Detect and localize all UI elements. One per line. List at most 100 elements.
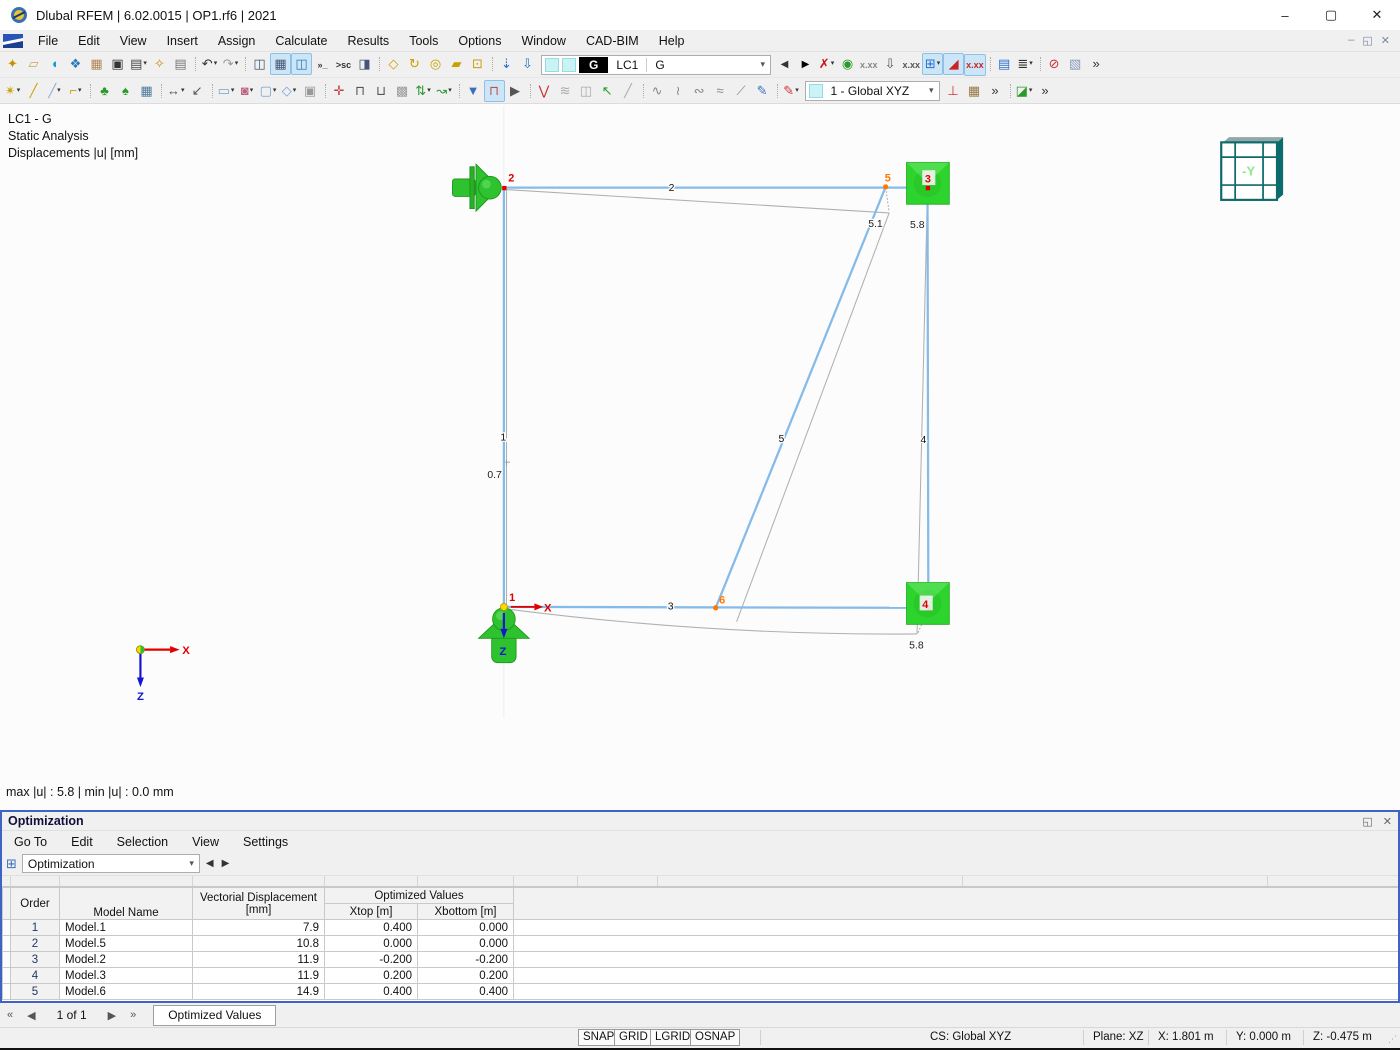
cell-vectorial-displacement[interactable]: 7.9 [192, 919, 325, 936]
new-surface-dropdown-icon[interactable]: ▾ [231, 80, 235, 102]
table-manager-icon[interactable]: ◨ [354, 53, 375, 75]
new-solid-dropdown-icon[interactable]: ▾ [293, 80, 297, 102]
load-wizard-icon[interactable]: ◙ ▾ [237, 80, 258, 102]
osnap-toggle[interactable]: OSNAP [690, 1029, 741, 1046]
console-icon[interactable]: »_ [312, 54, 333, 76]
table-row[interactable]: 4 Model.3 11.9 0.200 0.200 [2, 967, 1398, 984]
new-tree-icon[interactable]: ♣ [94, 80, 115, 102]
select-rotate-icon[interactable]: ↻ [404, 53, 425, 75]
diagram-slope-icon[interactable]: ⟋ [731, 80, 752, 102]
new-node-dropdown-icon[interactable]: ▾ [17, 80, 21, 102]
active-table-icon[interactable]: ◫ [291, 53, 312, 75]
dimension-icon[interactable]: ↔ ▾ [165, 80, 187, 102]
menu-tools[interactable]: Tools [399, 32, 448, 50]
new-member-hinge-icon[interactable]: ⊓ [350, 80, 371, 102]
result-beam-icon[interactable]: ⋁ [534, 80, 555, 102]
cell-order[interactable]: 1 [10, 919, 60, 936]
toolbar2-overflow-a-icon[interactable]: » [985, 80, 1006, 102]
menu-view[interactable]: View [110, 32, 157, 50]
cell-xtop[interactable]: 0.400 [324, 919, 418, 936]
filter-results-icon[interactable]: ✗ ▾ [816, 53, 837, 75]
menu-window[interactable]: Window [511, 32, 575, 50]
new-opening-dropdown-icon[interactable]: ▾ [273, 80, 277, 102]
undo-icon[interactable]: ↶ ▾ [199, 53, 220, 75]
menu-edit[interactable]: Edit [68, 32, 110, 50]
new-solid-cage-icon[interactable]: ▩ [392, 80, 413, 102]
calculation-dropdown-icon[interactable]: ▾ [1029, 53, 1033, 75]
color-scale-icon[interactable]: ✎ ▾ [781, 80, 802, 102]
lgrid-toggle[interactable]: LGRID [650, 1029, 696, 1046]
node-3-marker[interactable] [925, 185, 931, 191]
panel-menu-go-to[interactable]: Go To [2, 833, 59, 851]
work-plane-icon[interactable]: ▦ [964, 80, 985, 102]
menu-file[interactable]: File [28, 32, 68, 50]
script-icon[interactable]: >sc [333, 54, 354, 76]
cell-order[interactable]: 4 [10, 967, 60, 984]
cell-xbottom[interactable]: 0.000 [417, 919, 514, 936]
save-image-icon[interactable]: ▦ [86, 53, 107, 75]
table-row[interactable]: 3 Model.2 11.9 -0.200 -0.200 [2, 951, 1398, 968]
minimize-button[interactable]: – [1262, 0, 1308, 30]
menu-results[interactable]: Results [338, 32, 400, 50]
filter-results-dropdown-icon[interactable]: ▾ [831, 53, 835, 75]
new-node-icon[interactable]: ✴ ▾ [2, 80, 23, 102]
show-load-values-icon[interactable]: x.xx [901, 54, 923, 76]
color-scale-dropdown-icon[interactable]: ▾ [795, 80, 799, 102]
cs-dropdown-icon[interactable]: ▾ [924, 85, 939, 96]
new-line-support-icon[interactable]: ⊔ [371, 80, 392, 102]
column-header-xtop[interactable]: Xtop [m] [324, 903, 418, 920]
cell-vectorial-displacement[interactable]: 11.9 [192, 967, 325, 984]
cell-vectorial-displacement[interactable]: 11.9 [192, 951, 325, 968]
coordinate-system-icon[interactable]: ⊥ [943, 80, 964, 102]
save-icon[interactable]: ▣ [107, 53, 128, 75]
menu-insert[interactable]: Insert [157, 32, 208, 50]
new-building-icon[interactable]: ▦ [136, 80, 157, 102]
diagram-smooth-icon[interactable]: ∿ [647, 80, 668, 102]
table-row[interactable]: 5 Model.6 14.9 0.400 0.400 [2, 983, 1398, 1000]
panel-close-button[interactable]: ✕ [1383, 815, 1392, 828]
cell-xbottom[interactable]: 0.200 [417, 967, 514, 984]
load-case-combobox[interactable]: G LC1 G ▾ [541, 54, 771, 75]
print-graphic-icon[interactable]: ▤ [994, 53, 1015, 75]
solid-view-icon[interactable]: ▧ [1065, 53, 1086, 75]
navigator-icon[interactable]: ◫ [249, 53, 270, 75]
select-circle-icon[interactable]: ◎ [425, 53, 446, 75]
undo-dropdown-icon[interactable]: ▾ [214, 53, 218, 75]
result-values-icon[interactable]: x.xx [964, 54, 986, 76]
cell-xtop[interactable]: 0.400 [324, 983, 418, 1000]
cell-order[interactable]: 2 [10, 935, 60, 952]
panel-float-button[interactable]: ◱ [1362, 815, 1372, 828]
copy-icon[interactable]: ▣ [300, 80, 321, 102]
select-line-icon[interactable]: ◇ [383, 53, 404, 75]
cell-xbottom[interactable]: 0.000 [417, 935, 514, 952]
new-surface-icon[interactable]: ▭ ▾ [216, 80, 237, 102]
node-6-marker[interactable] [713, 605, 719, 611]
show-result-values-icon[interactable]: x.xx [858, 54, 880, 76]
close-button[interactable]: ✕ [1354, 0, 1400, 30]
panel-prev-button[interactable]: ◀ [206, 858, 214, 869]
panel-menu-settings[interactable]: Settings [231, 833, 300, 851]
cell-model-name[interactable]: Model.1 [59, 919, 193, 936]
load-case-dropdown-icon[interactable]: ▾ [755, 59, 770, 70]
toolbar1-overflow-icon[interactable]: » [1086, 53, 1107, 75]
apply-load-icon[interactable]: ⇩ [517, 53, 538, 75]
diagram-wizard-icon[interactable]: ✎ [752, 80, 773, 102]
panel-next-button[interactable]: ▶ [222, 858, 230, 869]
section-view-icon[interactable]: ⊓ [483, 79, 505, 102]
panel-title-bar[interactable]: Optimization ◱ ✕ [2, 812, 1398, 831]
cell-vectorial-displacement[interactable]: 10.8 [192, 935, 325, 952]
section-result-icon[interactable]: ╱ [618, 80, 639, 102]
mdi-minimize-button[interactable]: – [1348, 34, 1354, 47]
filter-icon[interactable]: ▼ [463, 80, 484, 102]
new-vegetation-icon[interactable]: ♠ [115, 80, 136, 102]
new-imperfection-icon[interactable]: ↝ ▾ [434, 80, 455, 102]
maximize-button[interactable]: ▢ [1308, 0, 1354, 30]
load-wizard-dropdown-icon[interactable]: ▾ [250, 80, 254, 102]
cell-xtop[interactable]: 0.000 [324, 935, 418, 952]
menu-calculate[interactable]: Calculate [265, 32, 337, 50]
diagram-step-icon[interactable]: ≀ [668, 80, 689, 102]
show-loads-icon[interactable]: ⇩ [880, 53, 901, 75]
node-1-marker[interactable] [499, 602, 508, 611]
menu-help[interactable]: Help [649, 32, 695, 50]
cell-vectorial-displacement[interactable]: 14.9 [192, 983, 325, 1000]
